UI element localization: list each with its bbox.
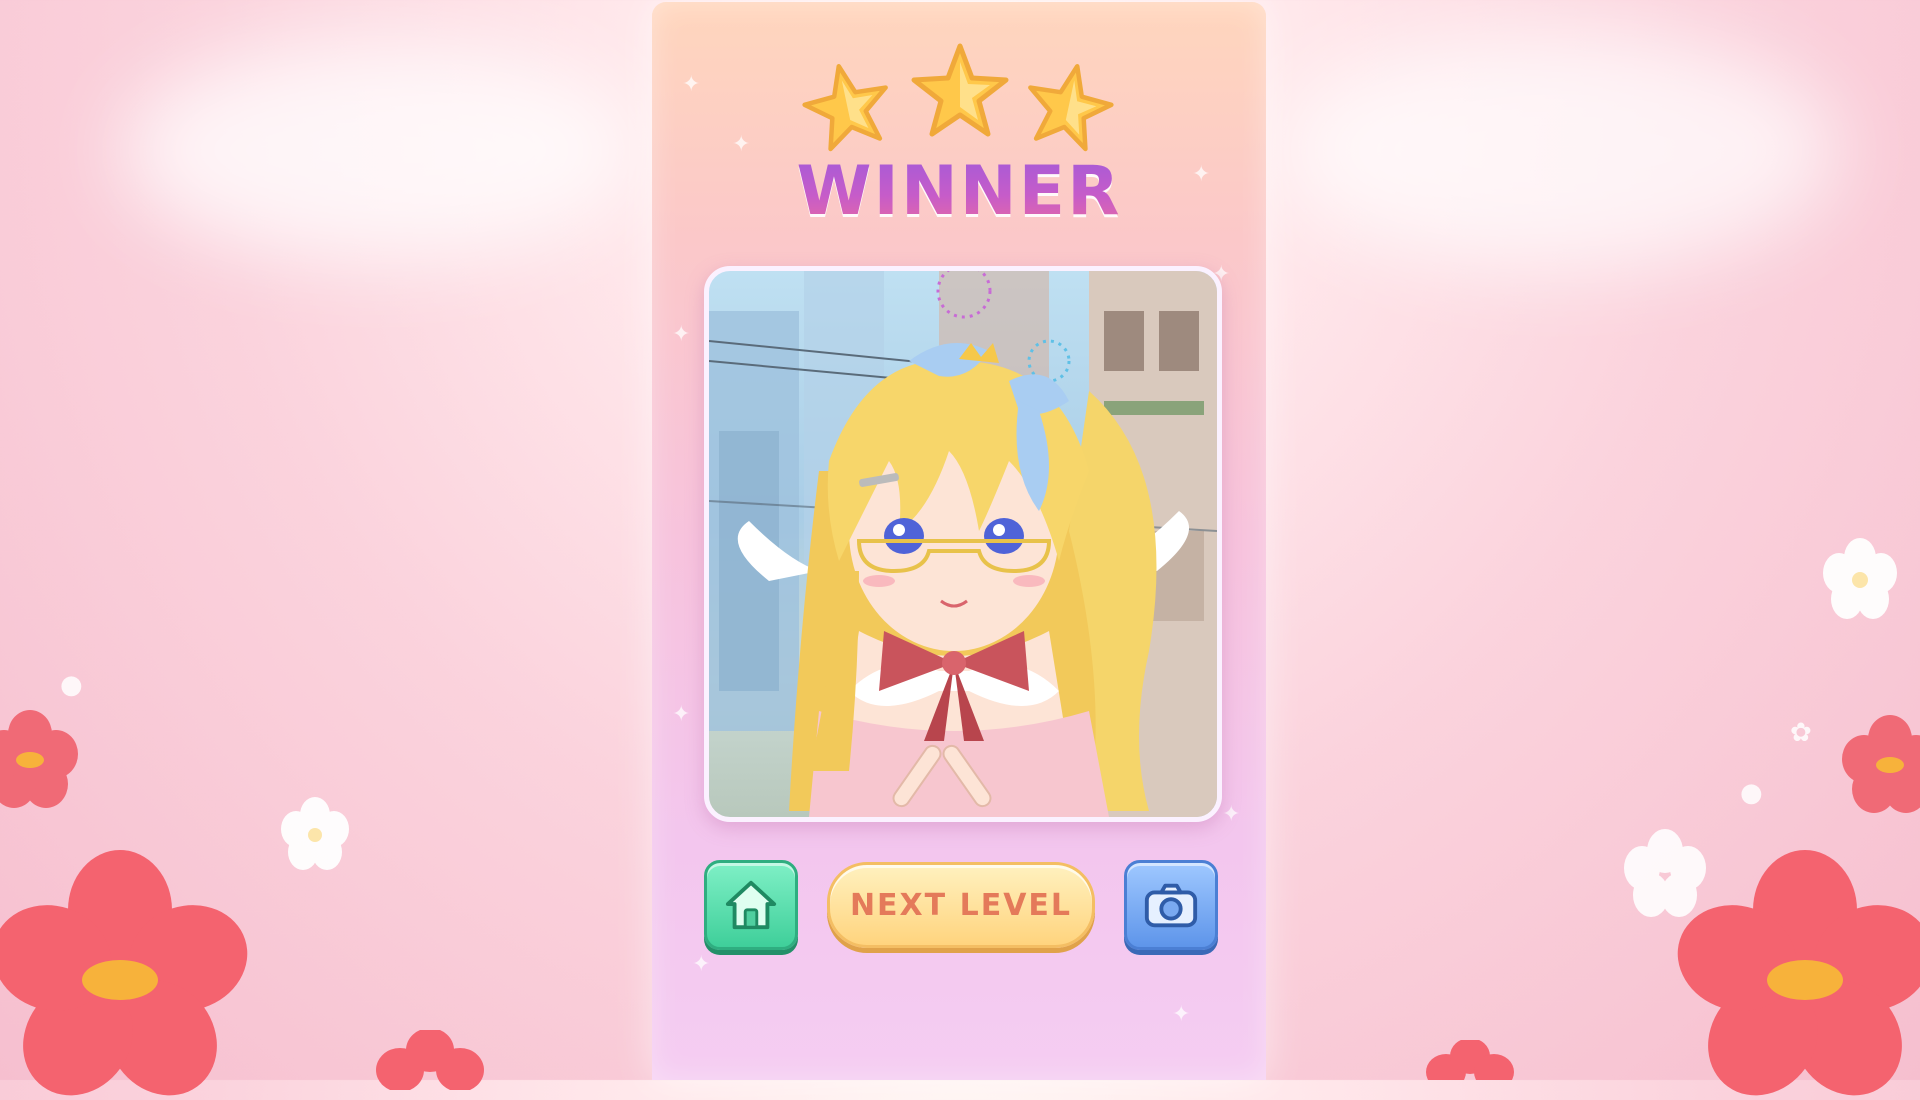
sparkle-icon: ● [1740, 778, 1763, 808]
sparkle-icon: ✦ [1222, 802, 1241, 827]
sparkle-icon: ✦ [1172, 1002, 1191, 1027]
white-flower-icon [1624, 829, 1706, 917]
red-flower-icon [0, 710, 78, 808]
star-icon [911, 43, 1009, 137]
background-glow-left [120, 40, 640, 260]
character-portrait [704, 266, 1222, 822]
character-illustration [709, 271, 1217, 817]
white-flower-icon [1823, 538, 1897, 619]
next-level-label: NEXT LEVEL [849, 887, 1073, 923]
sparkle-icon: ✦ [692, 952, 711, 977]
result-panel: ✦ ✦ ✦ ✦ ✦ ✦ ✦ ✦ ✦ WINNER [652, 2, 1266, 1080]
star-rating [652, 40, 1266, 152]
home-button[interactable] [704, 860, 798, 950]
result-title: WINNER [652, 152, 1266, 231]
sparkle-icon: ✦ [672, 702, 691, 727]
red-flower-icon [0, 850, 248, 1096]
sparkle-icon: ● [60, 670, 83, 700]
star-icon [1028, 64, 1114, 152]
sparkle-icon: ✦ [672, 322, 691, 347]
camera-button[interactable] [1124, 860, 1218, 950]
red-flower-icon [1842, 715, 1920, 813]
camera-icon [1144, 883, 1198, 928]
white-flower-icon [281, 797, 349, 870]
sparkle-icon: ✿ [1790, 718, 1812, 748]
red-flower-icon [1426, 1040, 1514, 1080]
background-glow-right [1280, 30, 1840, 270]
next-level-button[interactable]: NEXT LEVEL [827, 862, 1095, 948]
star-icon [802, 64, 888, 152]
home-icon [725, 880, 777, 930]
red-flower-icon [376, 1030, 484, 1090]
